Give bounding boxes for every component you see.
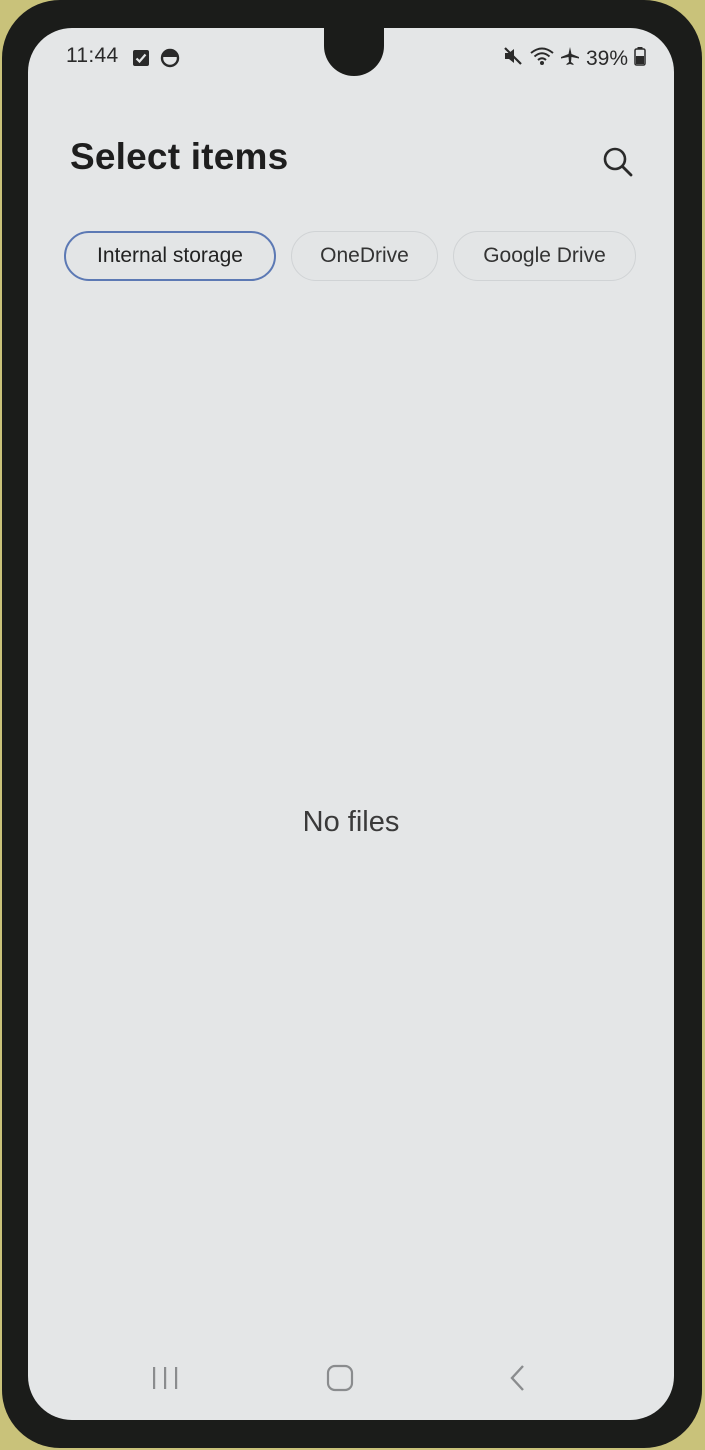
battery-percent: 39% <box>585 47 628 70</box>
empty-state-message: No files <box>302 806 400 838</box>
device-frame: 11:44 39% Select items Internal storage … <box>2 0 702 1448</box>
sync-notification-icon <box>160 48 180 73</box>
page-title: Select items <box>70 136 289 177</box>
status-time: 11:44 <box>66 44 119 67</box>
checkbox-notification-icon <box>132 49 150 72</box>
mute-icon <box>502 46 524 72</box>
status-notification-icons <box>132 48 180 73</box>
back-button[interactable] <box>493 1358 543 1402</box>
home-button[interactable] <box>315 1358 365 1402</box>
screen: 11:44 39% Select items Internal storage … <box>28 28 674 1420</box>
tab-onedrive[interactable]: OneDrive <box>291 231 438 281</box>
tab-label: Google Drive <box>483 244 606 267</box>
tab-internal-storage[interactable]: Internal storage <box>64 231 276 281</box>
home-icon <box>326 1364 354 1397</box>
tab-label: Internal storage <box>97 244 243 267</box>
recents-icon <box>150 1365 180 1396</box>
status-system-icons: 39% <box>502 46 646 72</box>
storage-tabs: Internal storage OneDrive Google Drive <box>64 231 636 281</box>
tab-google-drive[interactable]: Google Drive <box>453 231 636 281</box>
tab-label: OneDrive <box>320 244 409 267</box>
camera-notch <box>324 28 384 76</box>
back-icon <box>507 1363 529 1398</box>
airplane-icon <box>560 46 580 72</box>
battery-icon <box>634 46 646 72</box>
wifi-icon <box>530 46 554 72</box>
recents-button[interactable] <box>140 1358 190 1402</box>
search-icon <box>601 145 635 184</box>
search-button[interactable] <box>596 142 640 186</box>
navigation-bar <box>28 1350 674 1410</box>
